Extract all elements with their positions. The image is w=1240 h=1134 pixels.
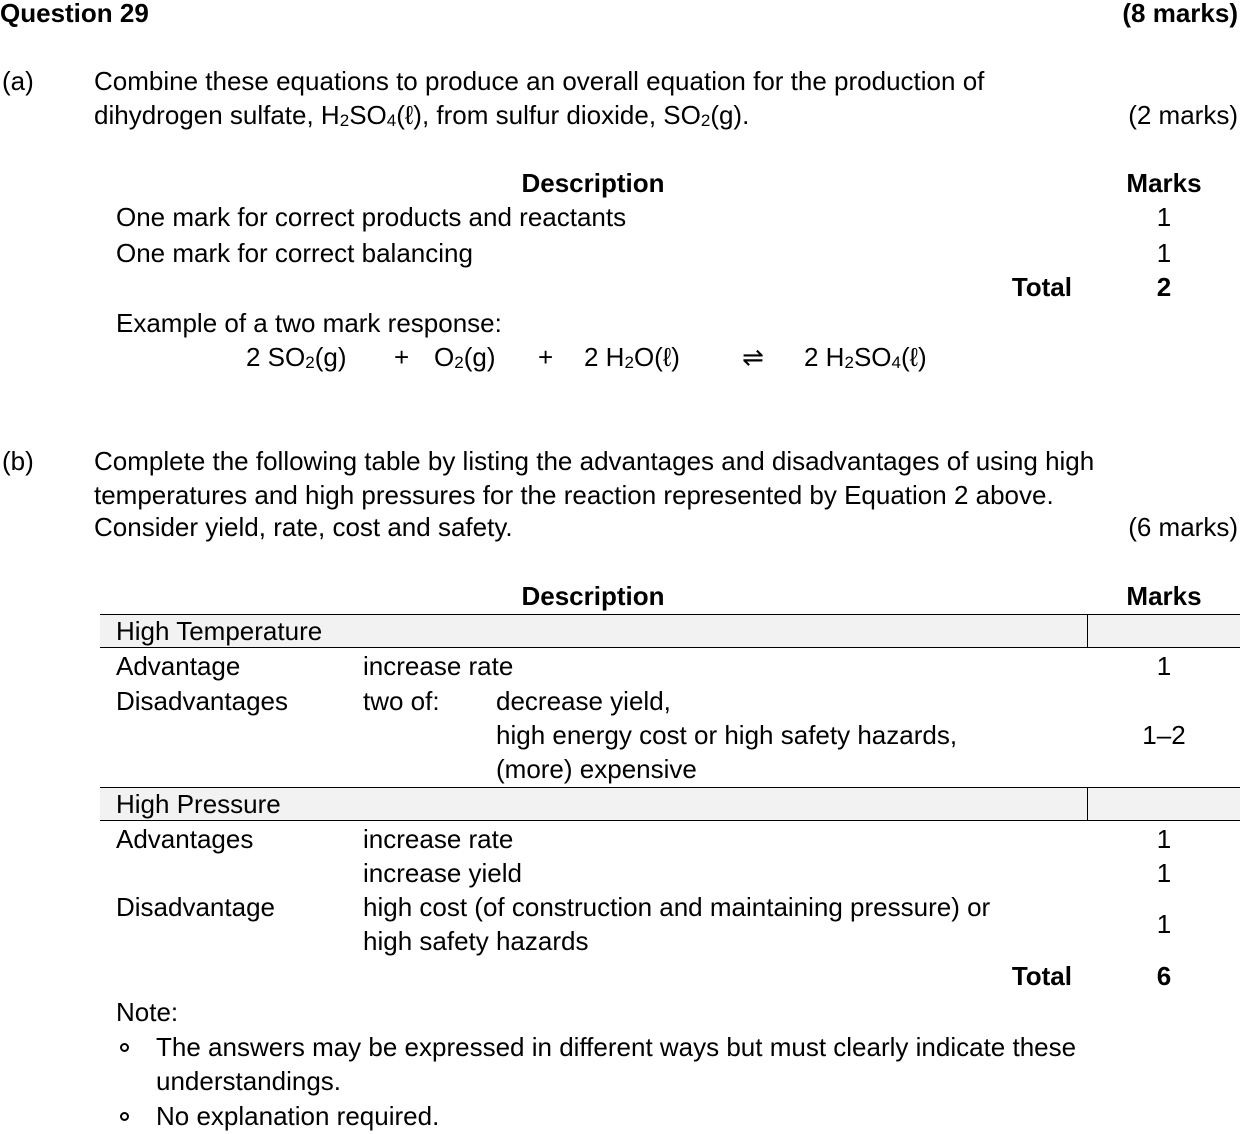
equation-term: O2(g) xyxy=(434,342,496,372)
bullet-icon xyxy=(120,1112,129,1121)
part-b-question-line2: temperatures and high pressures for the … xyxy=(94,480,1054,510)
equation-plus: + xyxy=(538,342,554,372)
hp-advantage-marks: 1 xyxy=(1156,858,1172,888)
high-pressure-heading: High Pressure xyxy=(116,789,281,819)
ht-disadvantage-line: decrease yield, xyxy=(496,686,671,716)
note-label: Note: xyxy=(116,997,179,1027)
example-label: Example of a two mark response: xyxy=(116,308,502,338)
part-a-label: (a) xyxy=(2,66,34,96)
hp-advantages-label: Advantages xyxy=(116,824,254,854)
hp-advantage-text: increase yield xyxy=(363,858,522,888)
equilibrium-arrow-icon: ⇌ xyxy=(742,342,764,372)
part-b-total-label: Total xyxy=(1011,961,1072,991)
band-divider xyxy=(1087,614,1088,648)
part-a-row-marks: 1 xyxy=(1156,202,1172,232)
bullet-icon xyxy=(120,1043,129,1052)
part-b-label: (b) xyxy=(2,446,34,476)
hp-disadvantage-line: high safety hazards xyxy=(363,926,589,956)
part-a-row-description: One mark for correct balancing xyxy=(116,238,473,268)
ht-advantage-text: increase rate xyxy=(363,651,514,681)
note-item-continuation: understandings. xyxy=(156,1066,342,1096)
part-a-question-line2: dihydrogen sulfate, H2SO4(ℓ), from sulfu… xyxy=(94,100,750,130)
part-a-header-description: Description xyxy=(521,168,665,198)
equation-term: 2 SO2(g) xyxy=(246,342,347,372)
hp-advantage-marks: 1 xyxy=(1156,824,1172,854)
part-b-marks: (6 marks) xyxy=(1128,512,1238,542)
part-a-row-marks: 1 xyxy=(1156,238,1172,268)
part-b-header-marks: Marks xyxy=(1126,581,1202,611)
part-a-row-description: One mark for correct products and reacta… xyxy=(116,202,627,232)
hp-disadvantage-label: Disadvantage xyxy=(116,892,275,922)
high-temperature-heading: High Temperature xyxy=(116,616,323,646)
part-a-question-line1: Combine these equations to produce an ov… xyxy=(94,66,985,96)
hp-advantage-text: increase rate xyxy=(363,824,514,854)
hp-disadvantage-line: high cost (of construction and maintaini… xyxy=(363,892,991,922)
part-b-header-description: Description xyxy=(521,581,665,611)
part-b-question-line1: Complete the following table by listing … xyxy=(94,446,1095,476)
ht-two-of: two of: xyxy=(363,686,440,716)
part-b-question-line3: Consider yield, rate, cost and safety. xyxy=(94,512,513,542)
ht-disadvantage-line: high energy cost or high safety hazards, xyxy=(496,720,958,750)
question-title: Question 29 xyxy=(0,0,149,28)
equation-plus: + xyxy=(394,342,410,372)
ht-advantage-marks: 1 xyxy=(1156,651,1172,681)
part-a-total-value: 2 xyxy=(1156,272,1172,302)
note-item: No explanation required. xyxy=(156,1101,440,1131)
part-b-total-value: 6 xyxy=(1156,961,1172,991)
part-a-marks: (2 marks) xyxy=(1128,100,1238,130)
hp-disadvantage-marks: 1 xyxy=(1156,909,1172,939)
band-divider xyxy=(1087,787,1088,821)
ht-disadvantage-marks: 1–2 xyxy=(1142,720,1186,750)
ht-disadvantage-line: (more) expensive xyxy=(496,754,697,784)
equation-term: 2 H2O(ℓ) xyxy=(584,342,680,372)
question-marks: (8 marks) xyxy=(1122,0,1238,28)
ht-disadvantages-label: Disadvantages xyxy=(116,686,288,716)
ht-advantage-label: Advantage xyxy=(116,651,241,681)
note-item: The answers may be expressed in differen… xyxy=(156,1032,1077,1062)
part-a-header-marks: Marks xyxy=(1126,168,1202,198)
equation-term: 2 H2SO4(ℓ) xyxy=(804,342,927,372)
part-a-total-label: Total xyxy=(1011,272,1072,302)
